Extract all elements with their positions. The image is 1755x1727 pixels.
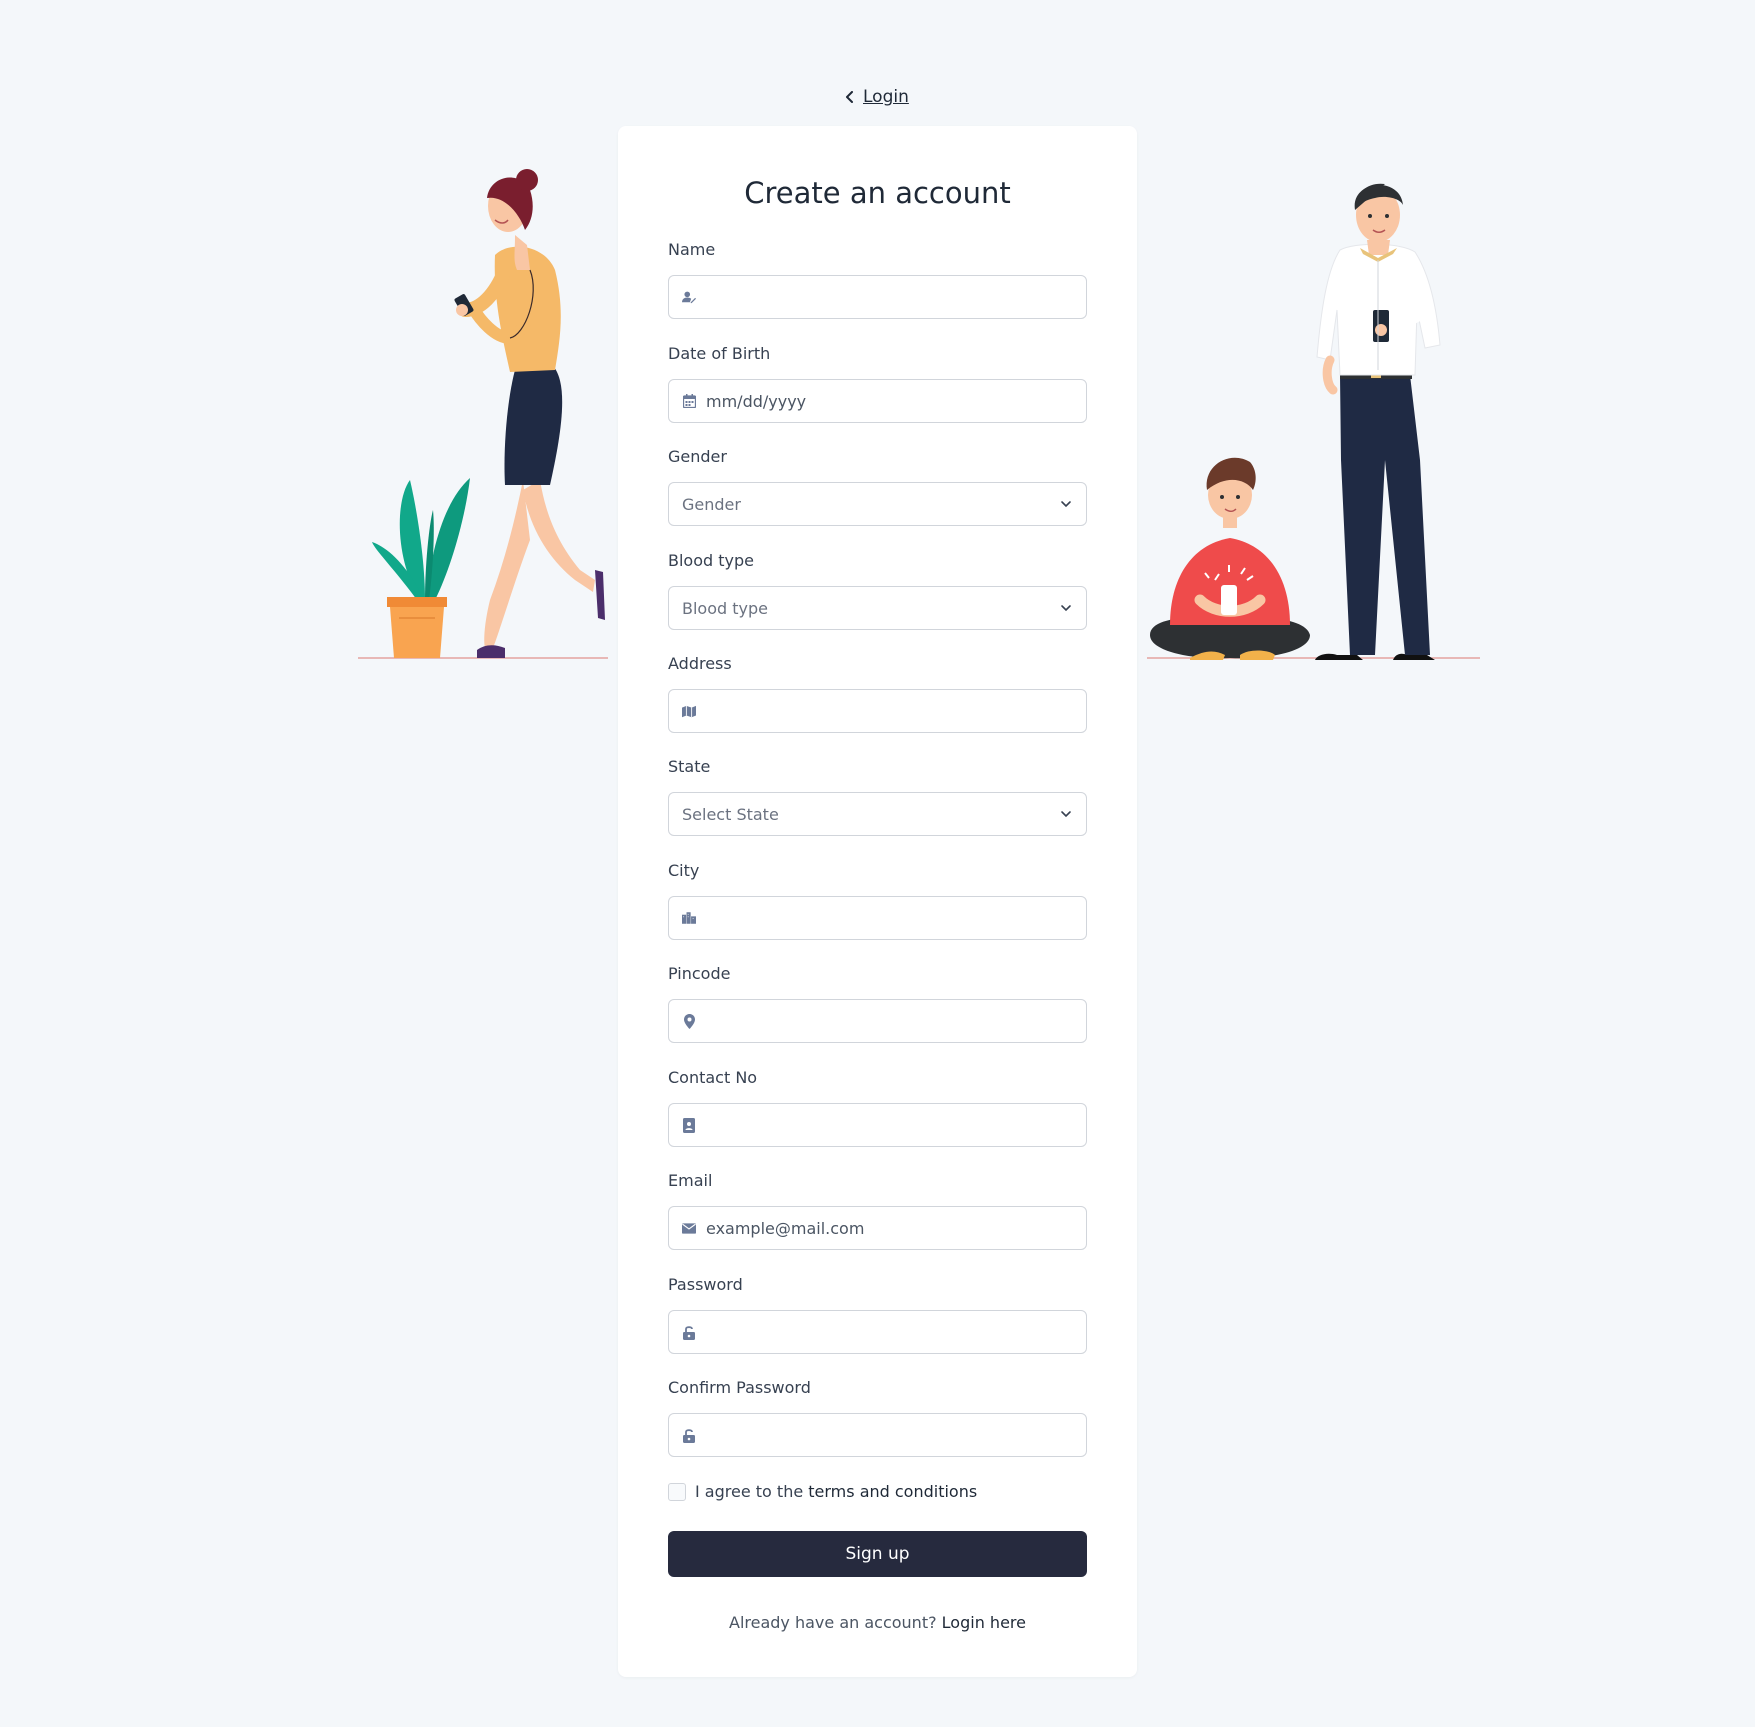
woman-with-phone-illustration [358, 169, 608, 659]
chevron-down-icon [1061, 605, 1071, 612]
back-link-label: Login [863, 87, 909, 107]
contact-input[interactable] [706, 1105, 1086, 1145]
city-field-box [668, 896, 1087, 940]
user-edit-icon [682, 290, 696, 304]
address-field-group: Address [668, 653, 1087, 733]
blood-type-select[interactable]: Blood type [668, 586, 1087, 630]
contact-card-icon [682, 1117, 696, 1133]
confirm-password-field-box [668, 1413, 1087, 1457]
email-input[interactable] [706, 1208, 1086, 1248]
terms-prefix: I agree to the [695, 1482, 809, 1501]
calendar-icon [682, 394, 696, 408]
password-label: Password [668, 1275, 743, 1294]
city-icon [682, 911, 696, 925]
gender-field-group: Gender Gender [668, 446, 1087, 526]
pincode-field-group: Pincode [668, 963, 1087, 1043]
name-label: Name [668, 240, 716, 259]
terms-row: I agree to the terms and conditions [668, 1482, 977, 1501]
login-prompt-text: Already have an account? [729, 1613, 942, 1632]
sitting-boy-figure [1150, 457, 1310, 660]
map-pin-icon [682, 1013, 696, 1029]
dob-input[interactable] [706, 381, 1086, 421]
back-to-login-link[interactable]: Login [845, 84, 909, 110]
confirm-password-field-group: Confirm Password [668, 1377, 1087, 1457]
pincode-input[interactable] [706, 1001, 1086, 1041]
state-label: State [668, 757, 711, 776]
potted-plant-illustration [372, 478, 470, 658]
terms-text: I agree to the terms and conditions [695, 1482, 977, 1501]
contact-label: Contact No [668, 1068, 758, 1087]
gender-select-value: Gender [682, 494, 741, 514]
email-field-box [668, 1206, 1087, 1250]
confirm-password-input[interactable] [706, 1415, 1086, 1455]
state-field-group: State Select State [668, 756, 1087, 836]
password-field-group: Password [668, 1274, 1087, 1354]
name-input[interactable] [706, 277, 1086, 317]
state-select-value: Select State [682, 804, 779, 824]
login-here-link[interactable]: Login here [942, 1613, 1026, 1632]
terms-link[interactable]: terms and conditions [808, 1482, 977, 1501]
unlock-icon [682, 1428, 696, 1443]
password-field-box [668, 1310, 1087, 1354]
city-field-group: City [668, 860, 1087, 940]
terms-checkbox[interactable] [668, 1482, 686, 1501]
pincode-field-box [668, 999, 1087, 1043]
unlock-icon [682, 1325, 696, 1340]
page-title: Create an account [744, 176, 1011, 210]
login-prompt: Already have an account? Login here [618, 1613, 1137, 1632]
chevron-left-icon [846, 91, 853, 103]
blood-type-field-group: Blood type Blood type [668, 550, 1087, 630]
men-with-phones-illustration [1147, 183, 1480, 660]
password-input[interactable] [706, 1312, 1086, 1352]
dob-label: Date of Birth [668, 344, 771, 363]
blood-type-label: Blood type [668, 551, 754, 570]
signup-card: Create an account Name Date of Birth Gen… [618, 126, 1137, 1677]
email-field-group: Email [668, 1170, 1087, 1250]
city-label: City [668, 861, 700, 880]
address-label: Address [668, 654, 732, 673]
city-input[interactable] [706, 898, 1086, 938]
blood-type-select-value: Blood type [682, 598, 768, 618]
address-input[interactable] [706, 691, 1086, 731]
dob-field-box [668, 379, 1087, 423]
woman-figure [454, 169, 605, 658]
chevron-down-icon [1061, 501, 1071, 508]
chevron-down-icon [1061, 811, 1071, 818]
sign-up-button[interactable]: Sign up [668, 1531, 1087, 1577]
gender-label: Gender [668, 447, 727, 466]
contact-field-box [668, 1103, 1087, 1147]
name-field-group: Name [668, 239, 1087, 319]
name-field-box [668, 275, 1087, 319]
contact-field-group: Contact No [668, 1067, 1087, 1147]
email-label: Email [668, 1171, 713, 1190]
standing-man-figure [1315, 183, 1441, 660]
state-select[interactable]: Select State [668, 792, 1087, 836]
confirm-password-label: Confirm Password [668, 1378, 811, 1397]
envelope-icon [682, 1221, 696, 1235]
dob-field-group: Date of Birth [668, 343, 1087, 423]
map-icon [682, 704, 696, 718]
pincode-label: Pincode [668, 964, 731, 983]
gender-select[interactable]: Gender [668, 482, 1087, 526]
address-field-box [668, 689, 1087, 733]
